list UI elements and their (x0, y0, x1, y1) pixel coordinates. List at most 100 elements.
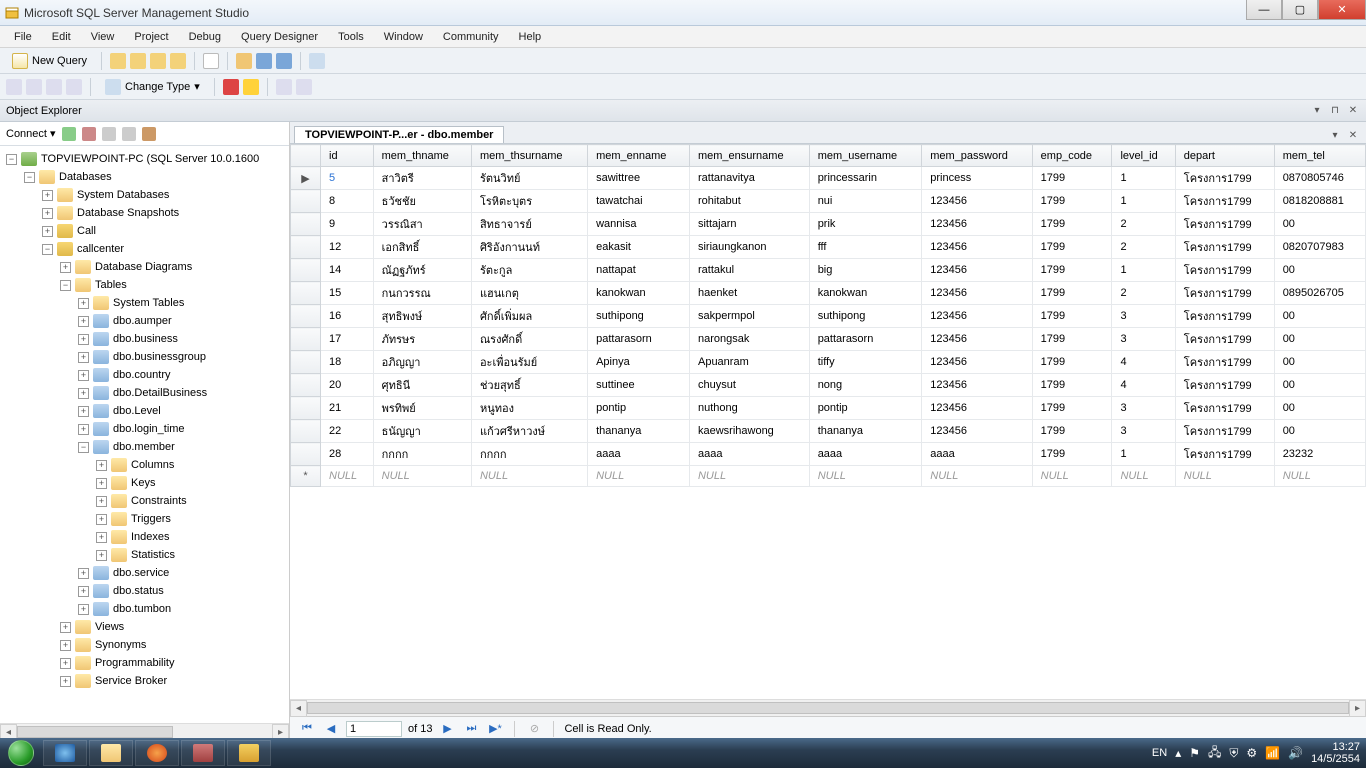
expand-icon[interactable]: − (60, 280, 71, 291)
tree-node[interactable]: +dbo.aumper (4, 312, 285, 330)
maximize-button[interactable]: ▢ (1282, 0, 1318, 20)
menu-file[interactable]: File (6, 29, 40, 45)
cell[interactable]: ศักดิ์เพิ่มผล (471, 305, 587, 328)
expand-icon[interactable]: + (78, 604, 89, 615)
cell[interactable]: 1799 (1032, 397, 1112, 420)
cell[interactable]: 23232 (1274, 443, 1365, 466)
expand-icon[interactable]: + (78, 586, 89, 597)
cell[interactable]: tiffy (809, 351, 922, 374)
cell[interactable]: 123456 (922, 397, 1032, 420)
nav-new-icon[interactable]: ▶* (486, 722, 504, 735)
cell[interactable]: 1799 (1032, 190, 1112, 213)
table-row[interactable]: 15กนกวรรณแฮนเกตุkanokwanhaenketkanokwan1… (291, 282, 1366, 305)
cell[interactable]: nong (809, 374, 922, 397)
cell[interactable]: 3 (1112, 328, 1175, 351)
cell[interactable]: 3 (1112, 397, 1175, 420)
tray-clock[interactable]: 13:27 14/5/2554 (1311, 741, 1360, 765)
data-grid[interactable]: idmem_thnamemem_thsurnamemem_ennamemem_e… (290, 144, 1366, 699)
row-header[interactable] (291, 397, 321, 420)
row-header[interactable] (291, 466, 321, 487)
column-header[interactable]: mem_username (809, 145, 922, 167)
menu-help[interactable]: Help (511, 29, 550, 45)
criteria-pane-icon[interactable] (26, 79, 42, 95)
cell[interactable]: 123456 (922, 374, 1032, 397)
tab-dropdown-icon[interactable]: ▾ (1328, 129, 1342, 143)
nav-last-icon[interactable]: ⏭ (462, 722, 480, 735)
cell[interactable]: โครงการ1799 (1175, 397, 1274, 420)
cell[interactable]: 0818208881 (1274, 190, 1365, 213)
save-icon[interactable] (256, 53, 272, 69)
cell-null[interactable]: NULL (1032, 466, 1112, 487)
cell-null[interactable]: NULL (1175, 466, 1274, 487)
cell-null[interactable]: NULL (689, 466, 809, 487)
row-header[interactable] (291, 374, 321, 397)
cell[interactable]: สิทธาจารย์ (471, 213, 587, 236)
cell[interactable]: 123456 (922, 420, 1032, 443)
row-header[interactable] (291, 213, 321, 236)
cell-null[interactable]: NULL (1274, 466, 1365, 487)
cell-null[interactable]: NULL (321, 466, 374, 487)
cell[interactable]: อภิญญา (373, 351, 471, 374)
cell[interactable]: โครงการ1799 (1175, 213, 1274, 236)
cell[interactable]: โครงการ1799 (1175, 374, 1274, 397)
table-row[interactable]: 8ธวัชชัยโรหิตะบุตรtawatchairohitabutnui1… (291, 190, 1366, 213)
taskbar-app1[interactable] (181, 740, 225, 766)
cell[interactable]: 0870805746 (1274, 167, 1365, 190)
cell[interactable]: 123456 (922, 236, 1032, 259)
tree-node[interactable]: +System Databases (4, 186, 285, 204)
row-header[interactable] (291, 351, 321, 374)
tree-node[interactable]: +dbo.service (4, 564, 285, 582)
cell[interactable]: 22 (321, 420, 374, 443)
cell[interactable]: 1799 (1032, 213, 1112, 236)
table-row[interactable]: 18อภิญญาอะเพื่อนรัมย์ApinyaApuanramtiffy… (291, 351, 1366, 374)
row-header[interactable] (291, 420, 321, 443)
row-header[interactable] (291, 443, 321, 466)
cell[interactable]: princessarin (809, 167, 922, 190)
tray-bluetooth-icon[interactable]: ⚙ (1246, 746, 1257, 760)
cell[interactable]: 15 (321, 282, 374, 305)
tree-node[interactable]: +dbo.businessgroup (4, 348, 285, 366)
tree-node[interactable]: −Tables (4, 276, 285, 294)
mdx-query-icon[interactable] (150, 53, 166, 69)
menu-query-designer[interactable]: Query Designer (233, 29, 326, 45)
tray-signal-icon[interactable]: 📶 (1265, 746, 1280, 760)
table-row[interactable]: ▶5สาวิตรีรัตนวิทย์sawittreerattanavityap… (291, 167, 1366, 190)
cell[interactable]: ภัทรษร (373, 328, 471, 351)
cell[interactable]: suttinee (588, 374, 690, 397)
cell[interactable]: 00 (1274, 374, 1365, 397)
cell[interactable]: โครงการ1799 (1175, 328, 1274, 351)
cell-null[interactable]: NULL (588, 466, 690, 487)
filter-icon[interactable] (122, 127, 136, 141)
cell[interactable]: โครงการ1799 (1175, 190, 1274, 213)
menu-window[interactable]: Window (376, 29, 431, 45)
tree-node[interactable]: +dbo.login_time (4, 420, 285, 438)
tree-node[interactable]: +System Tables (4, 294, 285, 312)
cell[interactable]: suthipong (588, 305, 690, 328)
cell[interactable]: 4 (1112, 351, 1175, 374)
menu-project[interactable]: Project (126, 29, 176, 45)
tab-close-icon[interactable]: ✕ (1346, 129, 1360, 143)
tree-node[interactable]: +Views (4, 618, 285, 636)
cell[interactable]: 1799 (1032, 236, 1112, 259)
expand-icon[interactable]: − (24, 172, 35, 183)
grid-horizontal-scrollbar[interactable]: ◂▸ (290, 699, 1366, 716)
cell[interactable]: หนูทอง (471, 397, 587, 420)
cell[interactable]: aaaa (809, 443, 922, 466)
cell[interactable]: รัตะกูล (471, 259, 587, 282)
tree-node[interactable]: +Triggers (4, 510, 285, 528)
cell[interactable]: 20 (321, 374, 374, 397)
cell-null[interactable]: NULL (471, 466, 587, 487)
cell[interactable]: 2 (1112, 282, 1175, 305)
cell[interactable]: แฮนเกตุ (471, 282, 587, 305)
dmx-query-icon[interactable] (170, 53, 186, 69)
cell[interactable]: กกกก (471, 443, 587, 466)
document-tab[interactable]: TOPVIEWPOINT-P...er - dbo.member (294, 126, 504, 143)
column-header[interactable]: mem_thsurname (471, 145, 587, 167)
cell[interactable]: กกกก (373, 443, 471, 466)
save-all-icon[interactable] (276, 53, 292, 69)
cell[interactable]: พรทิพย์ (373, 397, 471, 420)
nav-prev-icon[interactable]: ◀ (322, 722, 340, 735)
add-table-icon[interactable] (296, 79, 312, 95)
cell[interactable]: fff (809, 236, 922, 259)
expand-icon[interactable]: + (78, 406, 89, 417)
